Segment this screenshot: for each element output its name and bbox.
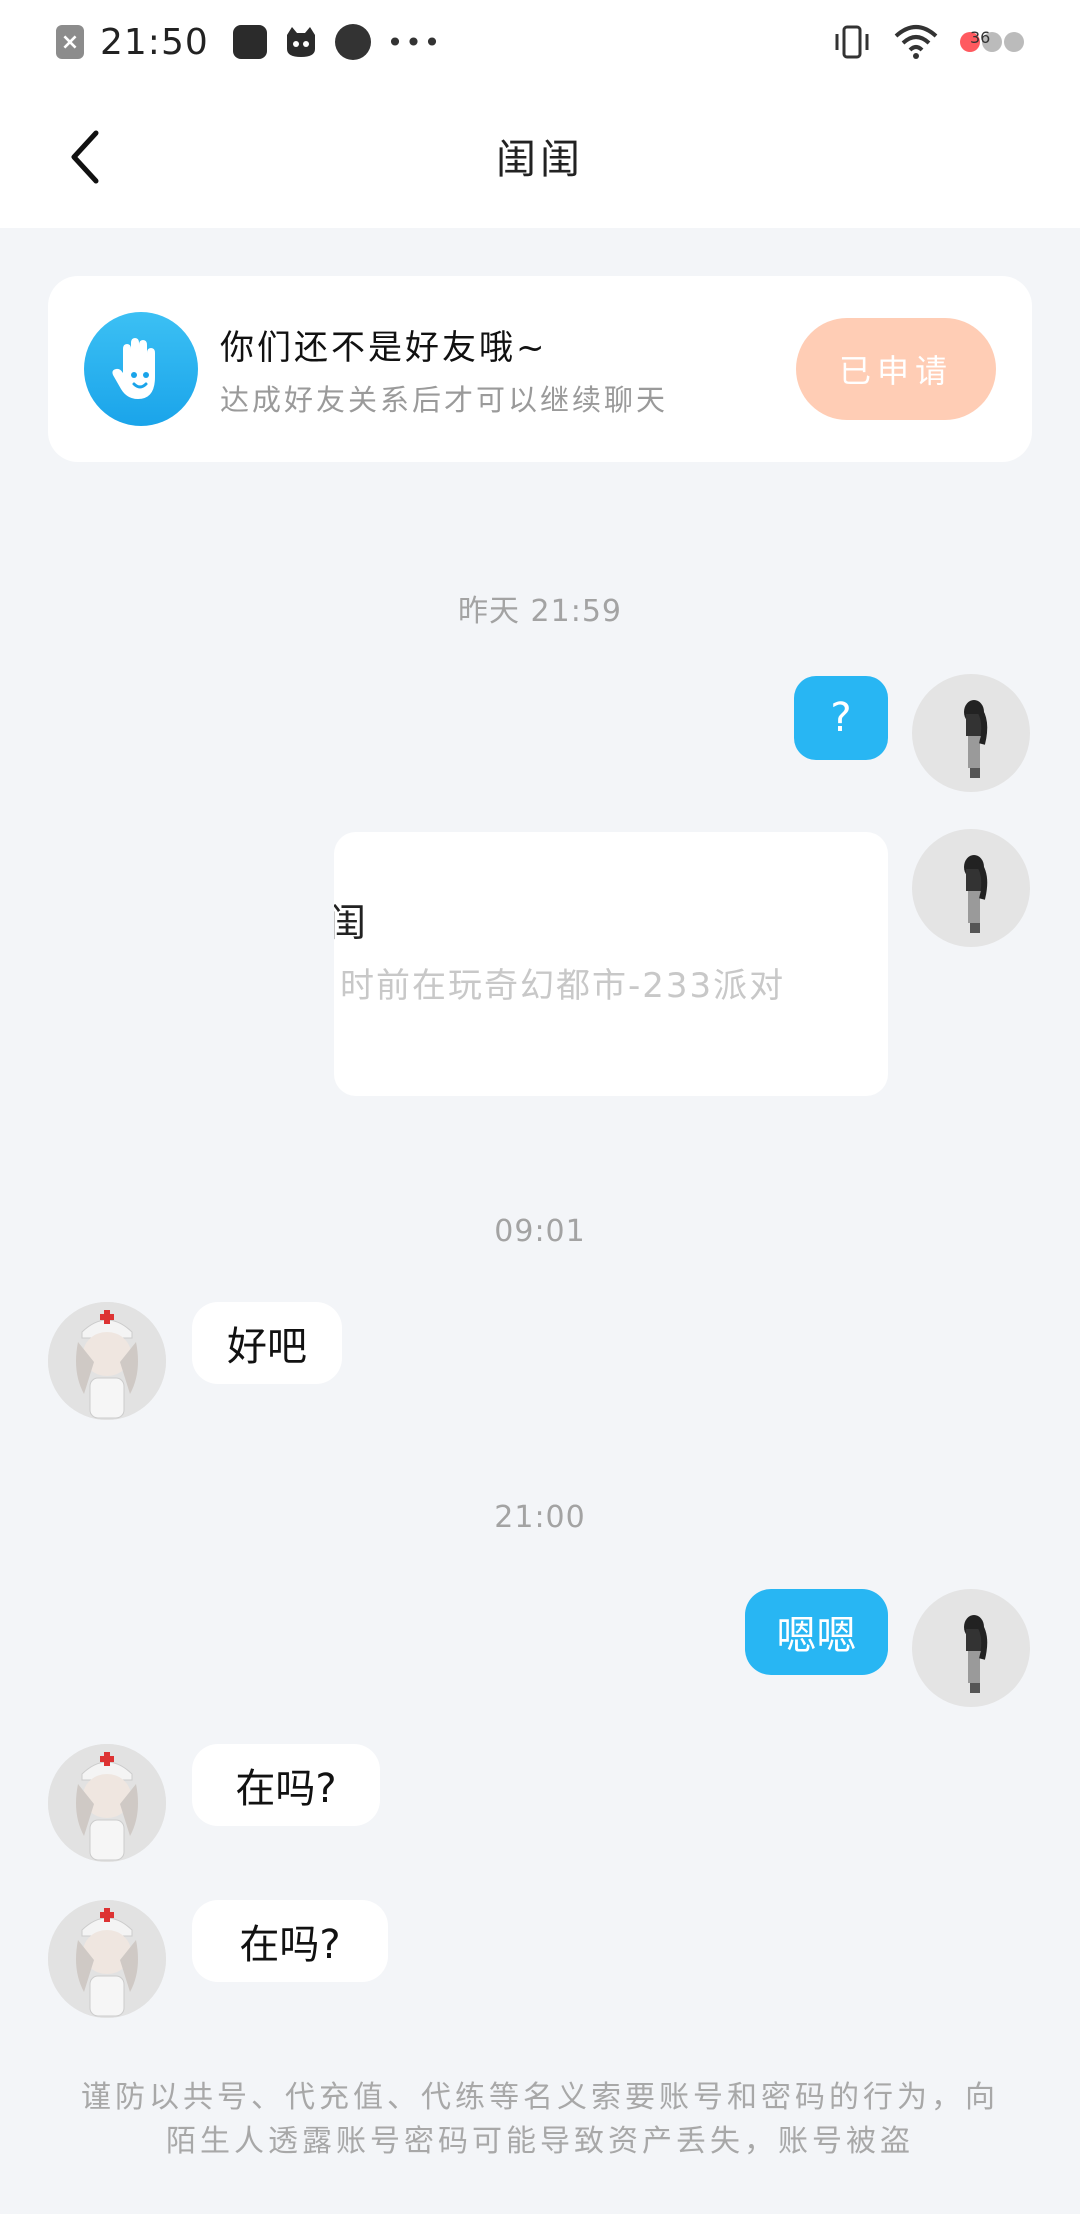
contact-avatar[interactable] <box>48 1744 166 1862</box>
page-title: 闺闺 <box>496 137 584 183</box>
battery-indicator: 36 <box>960 28 1024 52</box>
status-time: 21:50 <box>100 21 209 63</box>
timestamp: 昨天 21:59 <box>458 594 622 629</box>
security-warning: 谨防以共号、代充值、代练等名义索要账号和密码的行为，向陌生人透露账号密码可能导致… <box>81 2080 999 2159</box>
card-title: 闺 <box>334 901 367 945</box>
my-avatar[interactable] <box>912 674 1030 792</box>
contact-avatar[interactable] <box>48 1900 166 2018</box>
cat-app-icon <box>283 25 319 59</box>
more-notifications-icon: ••• <box>386 25 443 59</box>
timestamp: 09:01 <box>494 1214 586 1249</box>
chevron-left-icon <box>71 130 99 184</box>
sim-off-icon: × <box>56 25 84 59</box>
wave-hand-icon <box>84 312 198 426</box>
battery-level: 36 <box>970 28 991 47</box>
back-button[interactable] <box>64 122 124 192</box>
banner-subtitle: 达成好友关系后才可以继续聊天 <box>220 382 669 417</box>
incoming-message-bubble[interactable]: 好吧 <box>192 1302 342 1384</box>
message-app-icon <box>232 25 267 59</box>
contact-avatar[interactable] <box>48 1302 166 1420</box>
my-avatar[interactable] <box>912 1589 1030 1707</box>
vibrate-icon <box>832 24 872 60</box>
outgoing-message-bubble[interactable]: ? <box>794 676 888 760</box>
card-subtitle: 时前在玩奇幻都市-233派对 <box>340 966 786 1006</box>
wifi-icon <box>894 24 938 60</box>
friend-status-banner: 你们还不是好友哦~ 达成好友关系后才可以继续聊天 已申请 <box>48 276 1032 462</box>
incoming-message-bubble[interactable]: 在吗? <box>192 1744 380 1826</box>
applied-button[interactable]: 已申请 <box>796 318 996 420</box>
banner-title: 你们还不是好友哦~ <box>220 327 548 368</box>
voice-app-icon <box>334 24 371 60</box>
timestamp: 21:00 <box>494 1500 586 1535</box>
incoming-message-bubble[interactable]: 在吗? <box>192 1900 388 1982</box>
battery-dot <box>1004 32 1024 52</box>
outgoing-message-bubble[interactable]: 嗯嗯 <box>745 1589 888 1675</box>
my-avatar[interactable] <box>912 829 1030 947</box>
shared-game-card[interactable]: 闺 时前在玩奇幻都市-233派对 <box>334 832 888 1096</box>
status-bar: × 21:50 ••• 36 <box>0 0 1080 84</box>
chat-screen: × 21:50 ••• 36 闺闺 你们还不是好友哦~ 达成好友关系后才可以继续… <box>0 0 1080 2214</box>
nav-bar: 闺闺 <box>0 84 1080 228</box>
